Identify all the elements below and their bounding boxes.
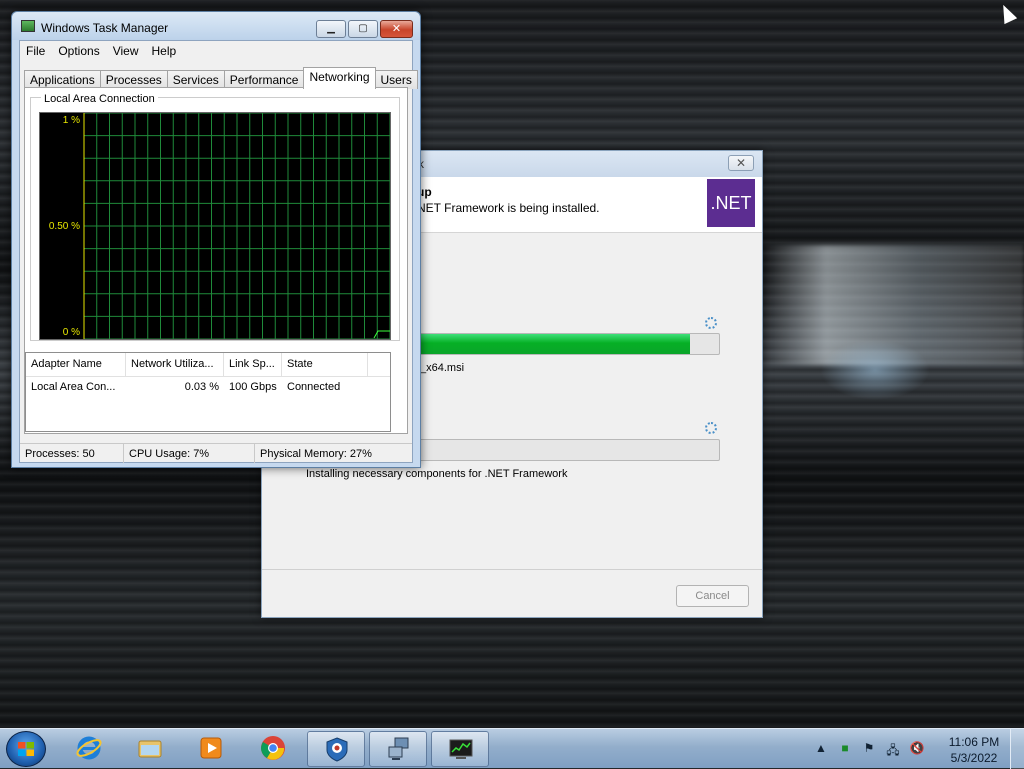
- column-adapter-name[interactable]: Adapter Name: [26, 353, 126, 376]
- column-link-speed[interactable]: Link Sp...: [224, 353, 282, 376]
- windows-logo-icon: [18, 742, 34, 756]
- task-manager-titlebar[interactable]: Windows Task Manager ▁ ▢ ✕: [12, 12, 420, 40]
- column-state[interactable]: State: [282, 353, 368, 376]
- column-network-utilization[interactable]: Network Utiliza...: [126, 353, 224, 376]
- notification-area: ▲ ■ ⚑ 🖧 🔇: [812, 741, 932, 759]
- system-clock[interactable]: 11:06 PM 5/3/2022: [940, 734, 1008, 766]
- install-status-text: Installing necessary components for .NET…: [306, 468, 568, 480]
- tab-networking[interactable]: Networking: [303, 67, 376, 89]
- graph-grid: [83, 113, 390, 339]
- show-desktop-button[interactable]: [1010, 729, 1024, 769]
- internet-explorer-icon: [76, 736, 102, 760]
- adapter-table: Adapter Name Network Utiliza... Link Sp.…: [25, 352, 391, 432]
- taskbar-internet-explorer[interactable]: [60, 731, 118, 767]
- clock-date: 5/3/2022: [950, 751, 998, 765]
- state-cell: Connected: [287, 381, 341, 393]
- taskbar-media-player[interactable]: [182, 731, 240, 767]
- volume-muted-icon[interactable]: 🔇: [908, 741, 926, 757]
- menu-file[interactable]: File: [20, 41, 52, 61]
- wallpaper-light-orb: [820, 340, 930, 400]
- taskbar: ▲ ■ ⚑ 🖧 🔇 11:06 PM 5/3/2022: [0, 728, 1024, 769]
- start-button[interactable]: [6, 731, 46, 767]
- clock-time: 11:06 PM: [948, 735, 1000, 749]
- taskbar-task-manager[interactable]: [431, 731, 489, 767]
- net-setup-subtitle: NET Framework is being installed.: [417, 201, 600, 215]
- dotnet-logo: .NET: [707, 179, 755, 227]
- mouse-cursor-icon: [996, 1, 1018, 25]
- divider: [262, 569, 762, 570]
- menu-bar: File Options View Help: [20, 41, 412, 61]
- app-icon: [326, 737, 348, 762]
- graph-group-label: Local Area Connection: [41, 93, 158, 105]
- task-manager-window: Windows Task Manager ▁ ▢ ✕ File Options …: [11, 11, 421, 468]
- minimize-button[interactable]: ▁: [316, 20, 346, 38]
- show-hidden-icons-icon[interactable]: ▲: [812, 741, 830, 757]
- table-row[interactable]: Local Area Con... 0.03 % 100 Gbps Connec…: [26, 378, 390, 398]
- task-manager-icon: [21, 20, 35, 32]
- utilization-cell: 0.03 %: [184, 381, 219, 393]
- adapter-table-header: Adapter Name Network Utiliza... Link Sp.…: [26, 353, 390, 377]
- taskbar-network-computer[interactable]: [369, 731, 427, 767]
- spinner-icon: [705, 317, 717, 329]
- tab-strip: Applications Processes Services Performa…: [24, 67, 418, 89]
- action-center-flag-icon[interactable]: ⚑: [860, 741, 878, 757]
- menu-help[interactable]: Help: [146, 41, 184, 61]
- status-bar: Processes: 50 CPU Usage: 7% Physical Mem…: [20, 443, 412, 463]
- close-button[interactable]: ✕: [380, 20, 413, 38]
- window-title: Windows Task Manager: [41, 21, 169, 35]
- media-player-icon: [200, 737, 222, 759]
- chrome-icon: [261, 736, 285, 760]
- menu-options[interactable]: Options: [52, 41, 106, 61]
- network-graph-group: Local Area Connection 1 % 0.50 % 0 %: [30, 93, 400, 341]
- task-manager-icon: [449, 739, 473, 759]
- status-cpu: CPU Usage: 7%: [124, 444, 255, 463]
- status-processes: Processes: 50: [20, 444, 124, 463]
- taskbar-chrome[interactable]: [244, 731, 302, 767]
- adapter-name-cell: Local Area Con...: [31, 381, 116, 393]
- cancel-button[interactable]: Cancel: [676, 585, 749, 607]
- spinner-icon: [705, 422, 717, 434]
- menu-view[interactable]: View: [107, 41, 146, 61]
- taskbar-file-explorer[interactable]: [121, 731, 179, 767]
- task-manager-body: File Options View Help Applications Proc…: [19, 40, 418, 463]
- taskbar-app[interactable]: [307, 731, 365, 767]
- utilization-line: [373, 330, 390, 339]
- link-speed-cell: 100 Gbps: [229, 381, 277, 393]
- maximize-button[interactable]: ▢: [348, 20, 378, 38]
- network-utilization-graph: 1 % 0.50 % 0 %: [39, 112, 391, 340]
- networking-panel: Local Area Connection 1 % 0.50 % 0 % Ada…: [24, 87, 408, 434]
- status-memory: Physical Memory: 27%: [260, 448, 372, 460]
- download-file-name: _x64.msi: [420, 362, 465, 374]
- close-icon[interactable]: ✕: [728, 155, 754, 171]
- network-computer-icon: [388, 737, 409, 760]
- file-explorer-icon: [138, 740, 162, 758]
- network-icon[interactable]: 🖧: [884, 741, 902, 757]
- green-status-icon[interactable]: ■: [836, 741, 854, 757]
